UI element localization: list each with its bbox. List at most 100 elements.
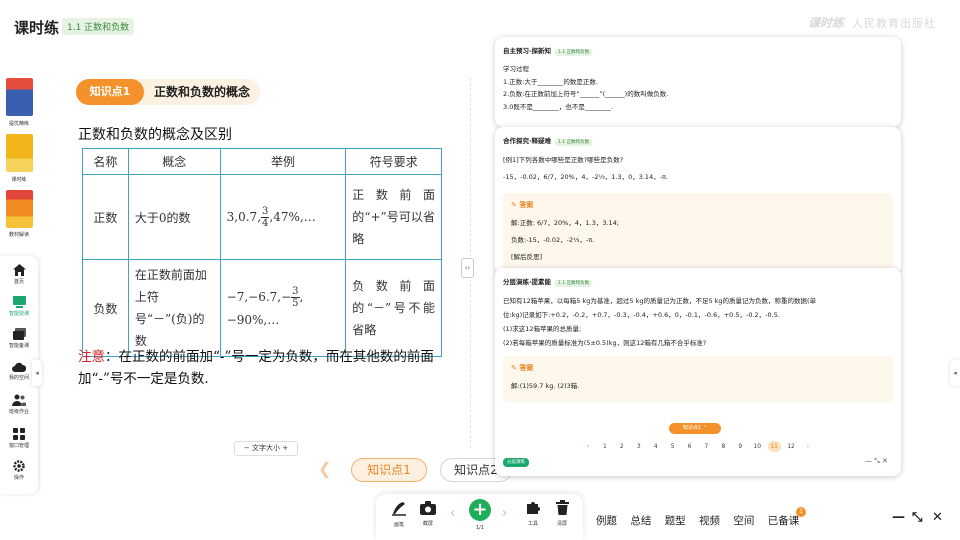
card-chip: 1.1 正数和负数 (554, 280, 593, 287)
close-button[interactable]: ✕ (932, 510, 943, 525)
explore-card[interactable]: 合作探究·释疑难 1.1 正数和负数 [例1]下列各数中哪些是正数?哪些是负数? … (495, 127, 901, 275)
preview-card[interactable]: 自主预习·探新知 1.1 正数和负数 学习过程 1.正数:大于________的数… (495, 37, 901, 127)
pagination: ‹ 1 2 3 4 5 6 7 8 9 10 11 12 › (495, 441, 901, 452)
book-cover (6, 190, 33, 228)
nav-window-manage[interactable]: 窗口管理 (0, 428, 38, 449)
increase-font-button[interactable]: + (280, 444, 288, 452)
right-collapse-tab[interactable]: ◂ (950, 360, 960, 386)
page-number[interactable]: 1 (598, 441, 611, 452)
tools-tool[interactable]: 工具 (518, 500, 548, 527)
pen-tool[interactable]: 画笔 (384, 500, 414, 528)
cloud-icon (12, 362, 26, 372)
card-header: 合作探究·释疑难 1.1 正数和负数 (503, 135, 593, 146)
fraction: 35 (291, 286, 300, 309)
tool-label: 画笔 (393, 522, 404, 528)
next-page-button[interactable]: › (502, 506, 507, 521)
page-number[interactable]: 12 (785, 441, 798, 452)
minimize-button[interactable]: — (892, 510, 905, 525)
menu-item-video[interactable]: 视频 (699, 515, 720, 527)
row-example: −7,−6.7,− 3 5 ,−90%,… (219, 259, 347, 357)
answer-box: ✎ 答案 解:(1)59.7 kg. (2)3箱. (503, 356, 893, 402)
card-line: 位:kg)记录如下:+0.2，-0.2，+0.7，-0.3，-0.4，+0.6，… (503, 311, 780, 319)
answer-lines: 解:正数: 6/7，20%，4，1.3，3.14; 负数:-15，-0.02，-… (511, 215, 619, 266)
menu-item-examples[interactable]: 例题 (596, 515, 617, 527)
page-number-current[interactable]: 11 (767, 441, 781, 452)
next-page-arrow[interactable]: › (801, 441, 814, 452)
knowledge-point-title: 正数和负数的概念 (154, 85, 251, 99)
card-line: 学习过程 (503, 65, 529, 73)
card-action-label: 知识点1 (683, 425, 702, 431)
page-number[interactable]: 2 (615, 441, 628, 452)
menu-item-prepared[interactable]: 已备课 (768, 515, 800, 527)
card-action-button[interactable]: 知识点1 ⌃ (669, 423, 721, 434)
menu-item-question-types[interactable]: 题型 (665, 515, 686, 527)
puzzle-icon (526, 502, 540, 514)
page-number[interactable]: 6 (683, 441, 696, 452)
table-header-row: 名称 概念 举例 符号要求 (82, 148, 442, 175)
card-title: 分层演练·提素能 (503, 278, 551, 286)
page-number[interactable]: 4 (649, 441, 662, 452)
fraction-den: 5 (292, 297, 299, 309)
app-title: 课时练 (14, 19, 60, 37)
book-cover (6, 78, 33, 116)
nav-smart-prep[interactable]: 智能备课 (0, 328, 38, 349)
book-cover (6, 134, 33, 172)
answer-title-text: 答案 (519, 201, 534, 209)
page-number[interactable]: 3 (632, 441, 645, 452)
clear-tool[interactable]: 清屏 (547, 500, 577, 527)
prev-knowledge-point-arrow[interactable]: ❮ (318, 459, 331, 478)
page-number[interactable]: 9 (734, 441, 747, 452)
menu-item-space[interactable]: 空间 (733, 515, 754, 527)
row-rule: 负数前面的“－”号不能省略 (345, 259, 442, 357)
stack-icon (12, 328, 26, 340)
card-line: 3.0既不是________，也不是________. (503, 102, 613, 111)
answer-title-text: 答案 (519, 364, 534, 372)
decrease-font-button[interactable]: − (244, 444, 252, 452)
card-title: 合作探究·释疑难 (503, 137, 551, 145)
book-label: 课时练 (11, 177, 27, 183)
table-header: 名称 (82, 148, 129, 175)
menu-item-summary[interactable]: 总结 (630, 515, 651, 527)
answer-line: 负数:-15，-0.02，-2⅓，-π. (511, 236, 595, 244)
answer-line: [解后反思] (511, 253, 543, 261)
example-part: ,47%,… (269, 209, 316, 224)
table-row: 负数 在正数前面加上符号“－”(负)的数 −7,−6.7,− 3 5 ,−90%,… … (82, 259, 442, 357)
brand-logo: 课时练 (808, 16, 845, 30)
prev-page-arrow[interactable]: ‹ (582, 441, 595, 452)
tool-label: 截屏 (422, 521, 433, 527)
left-collapse-tab[interactable]: ◂ (32, 360, 42, 386)
page-number[interactable]: 10 (751, 441, 764, 452)
screenshot-tool[interactable]: 截屏 (413, 500, 443, 527)
add-page-button[interactable]: + (469, 499, 491, 521)
card-header: 自主预习·探新知 1.1 正数和负数 (503, 45, 593, 56)
card-question: [例1]下列各数中哪些是正数?哪些是负数? (503, 156, 624, 164)
nav-home[interactable]: 首页 (0, 264, 38, 285)
font-size-control[interactable]: − 文字大小 + (234, 441, 298, 456)
card-window-controls[interactable]: — ⤡ ✕ (865, 457, 888, 466)
example-part: −7,−6.7,− (226, 289, 292, 304)
practice-card[interactable]: 分层演练·提素能 1.1 正数和负数 已知有12箱苹果，以每箱5 kg为基准，超过… (495, 268, 901, 476)
answer-box: ✎ 答案 解:正数: 6/7，20%，4，1.3，3.14; 负数:-15，-0… (503, 193, 893, 273)
nav-operation[interactable]: 操作 (0, 460, 38, 481)
knowledge-point-tab-active[interactable]: 知识点1 (351, 458, 427, 482)
row-example: 3,0.7, 3 4,47%,… (219, 174, 347, 260)
page-number[interactable]: 5 (666, 441, 679, 452)
nav-smart-teaching[interactable]: 智能授课 (0, 296, 38, 317)
tool-label: 工具 (527, 521, 538, 527)
split-toggle-button[interactable]: ‹› (461, 258, 474, 278)
screen-icon (12, 296, 26, 308)
gear-icon (13, 460, 25, 472)
card-body: [例1]下列各数中哪些是正数?哪些是负数? -15，-0.02，6/7，20%，… (503, 152, 668, 186)
nav-class-homework[interactable]: 班级作业 (0, 394, 38, 415)
lesson-chip: 1.1 正数和负数 (62, 18, 135, 35)
row-name: 负数 (82, 259, 129, 357)
card-chip: 1.1 正数和负数 (554, 139, 593, 146)
knowledge-point-heading: 知识点1 正数和负数的概念 (76, 79, 260, 105)
publisher-logo: 人民教育出版社 (852, 17, 936, 30)
nav-label: 操作 (13, 475, 24, 481)
page-number[interactable]: 7 (700, 441, 713, 452)
prev-page-button[interactable]: ‹ (450, 506, 455, 521)
page-number[interactable]: 8 (717, 441, 730, 452)
card-body: 学习过程 1.正数:大于________的数是正数. 2.负数:在正数前加上符号… (503, 63, 668, 113)
shrink-button[interactable]: ⤡ (912, 510, 922, 525)
